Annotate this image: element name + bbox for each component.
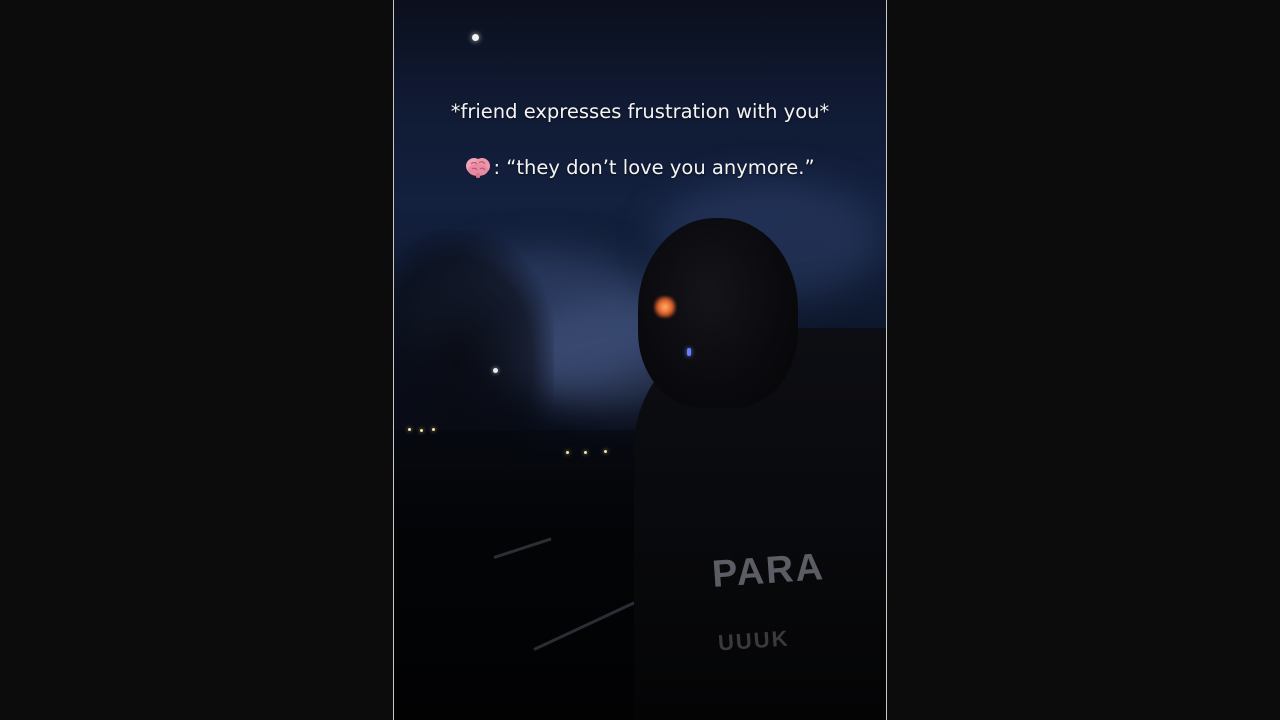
shirt-print: PARA [710, 546, 827, 596]
blue-light [687, 348, 691, 356]
caption-line-2: : “they don’t love you anymore.” [394, 156, 886, 179]
town-light [432, 428, 435, 431]
brain-icon [465, 156, 491, 178]
hooded-person: PARA UUUK [634, 218, 886, 720]
town-light [604, 450, 607, 453]
caption-line-1: *friend expresses frustration with you* [450, 100, 830, 123]
town-light [584, 451, 587, 454]
shirt-print-small: UUUK [717, 625, 791, 656]
video-viewer: PARA UUUK *friend expresses frustration … [0, 0, 1280, 720]
town-light [408, 428, 411, 431]
town-light [566, 451, 569, 454]
moon [472, 34, 479, 41]
video-frame[interactable]: PARA UUUK *friend expresses frustration … [393, 0, 887, 720]
caption-line-2-text: : “they don’t love you anymore.” [493, 156, 815, 179]
tree-silhouette [394, 230, 554, 450]
orange-glow [654, 296, 676, 318]
town-light [420, 429, 423, 432]
star [493, 368, 498, 373]
